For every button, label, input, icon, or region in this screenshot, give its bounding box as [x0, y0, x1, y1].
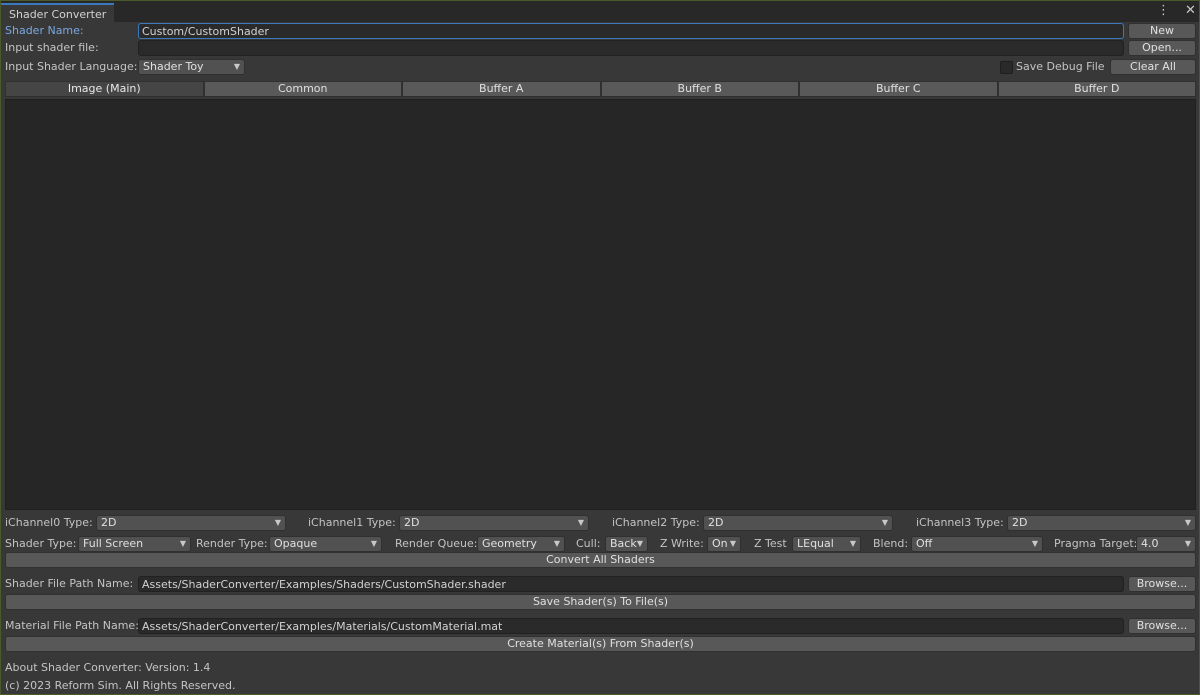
ichannel2-dropdown[interactable]: 2D ▼: [703, 515, 893, 531]
window-titlebar: [1, 1, 1199, 22]
shader-tabs: Image (Main) Common Buffer A Buffer B Bu…: [5, 81, 1196, 97]
ichannel3-dropdown[interactable]: 2D ▼: [1007, 515, 1196, 531]
tab-buffer-c[interactable]: Buffer C: [799, 81, 998, 97]
zwrite-value: On: [712, 537, 728, 550]
copyright-text: (c) 2023 Reform Sim. All Rights Reserved…: [5, 679, 236, 692]
ichannel0-value: 2D: [101, 516, 117, 529]
pragma-target-dropdown[interactable]: 4.0 ▼: [1136, 536, 1196, 552]
shader-code-editor[interactable]: [5, 99, 1196, 510]
tab-image-main[interactable]: Image (Main): [5, 81, 204, 97]
chevron-down-icon: ▼: [1031, 539, 1038, 548]
open-button[interactable]: Open...: [1128, 40, 1196, 56]
render-queue-value: Geometry: [482, 537, 537, 550]
create-materials-button[interactable]: Create Material(s) From Shader(s): [5, 636, 1196, 652]
chevron-down-icon: ▼: [370, 539, 377, 548]
input-file-label: Input shader file:: [5, 41, 99, 54]
pragma-target-label: Pragma Target:: [1054, 537, 1138, 550]
shader-type-value: Full Screen: [83, 537, 144, 550]
chevron-down-icon: ▼: [233, 62, 240, 71]
ztest-value: LEqual: [797, 537, 834, 550]
blend-value: Off: [916, 537, 933, 550]
chevron-down-icon: ▼: [881, 518, 888, 527]
shader-type-label: Shader Type:: [5, 537, 77, 550]
about-text: About Shader Converter: Version: 1.4: [5, 661, 211, 674]
ichannel2-label: iChannel2 Type:: [612, 516, 700, 529]
ichannel1-label: iChannel1 Type:: [308, 516, 396, 529]
shader-name-label: Shader Name:: [5, 24, 84, 37]
chevron-down-icon: ▼: [1184, 518, 1191, 527]
blend-dropdown[interactable]: Off ▼: [911, 536, 1043, 552]
cull-value: Back: [610, 537, 637, 550]
chevron-down-icon: ▼: [274, 518, 281, 527]
cull-dropdown[interactable]: Back ▼: [605, 536, 648, 552]
shader-path-input[interactable]: Assets/ShaderConverter/Examples/Shaders/…: [138, 576, 1124, 592]
convert-all-shaders-button[interactable]: Convert All Shaders: [5, 552, 1196, 568]
ichannel2-value: 2D: [708, 516, 724, 529]
chevron-down-icon: ▼: [849, 539, 856, 548]
render-type-label: Render Type:: [196, 537, 268, 550]
save-debug-label: Save Debug File: [1016, 60, 1105, 73]
ztest-label: Z Test: [754, 537, 787, 550]
tab-buffer-a[interactable]: Buffer A: [402, 81, 601, 97]
new-button[interactable]: New: [1128, 23, 1196, 39]
ichannel1-dropdown[interactable]: 2D ▼: [399, 515, 589, 531]
material-path-input[interactable]: Assets/ShaderConverter/Examples/Material…: [138, 618, 1124, 634]
input-language-value: Shader Toy: [143, 60, 204, 73]
material-path-label: Material File Path Name:: [5, 619, 139, 632]
input-file-field[interactable]: [138, 40, 1124, 56]
shader-name-input[interactable]: Custom/CustomShader: [138, 23, 1124, 39]
clear-all-button[interactable]: Clear All: [1110, 59, 1196, 75]
shader-path-browse-button[interactable]: Browse...: [1128, 576, 1196, 592]
ichannel3-label: iChannel3 Type:: [916, 516, 1004, 529]
ichannel3-value: 2D: [1012, 516, 1028, 529]
zwrite-label: Z Write:: [660, 537, 704, 550]
tab-buffer-d[interactable]: Buffer D: [997, 81, 1196, 97]
material-path-browse-button[interactable]: Browse...: [1128, 618, 1196, 634]
ichannel1-value: 2D: [404, 516, 420, 529]
shader-type-dropdown[interactable]: Full Screen ▼: [78, 536, 191, 552]
blend-label: Blend:: [873, 537, 909, 550]
render-queue-label: Render Queue:: [395, 537, 478, 550]
tab-common[interactable]: Common: [203, 81, 402, 97]
chevron-down-icon: ▼: [1184, 539, 1191, 548]
chevron-down-icon: ▼: [577, 518, 584, 527]
input-language-dropdown[interactable]: Shader Toy ▼: [138, 59, 245, 75]
ztest-dropdown[interactable]: LEqual ▼: [792, 536, 861, 552]
save-debug-checkbox[interactable]: [1000, 61, 1013, 74]
kebab-menu-icon[interactable]: ⋮: [1157, 4, 1170, 18]
close-icon[interactable]: ✕: [1185, 4, 1196, 18]
save-shaders-button[interactable]: Save Shader(s) To File(s): [5, 594, 1196, 610]
chevron-down-icon: ▼: [179, 539, 186, 548]
ichannel0-label: iChannel0 Type:: [5, 516, 93, 529]
render-queue-dropdown[interactable]: Geometry ▼: [477, 536, 565, 552]
ichannel0-dropdown[interactable]: 2D ▼: [96, 515, 286, 531]
cull-label: Cull:: [576, 537, 601, 550]
window-tab[interactable]: Shader Converter: [1, 3, 115, 22]
chevron-down-icon: ▼: [636, 539, 643, 548]
chevron-down-icon: ▼: [553, 539, 560, 548]
zwrite-dropdown[interactable]: On ▼: [707, 536, 741, 552]
pragma-target-value: 4.0: [1141, 537, 1159, 550]
input-language-label: Input Shader Language:: [5, 60, 138, 73]
render-type-dropdown[interactable]: Opaque ▼: [269, 536, 382, 552]
render-type-value: Opaque: [274, 537, 318, 550]
chevron-down-icon: ▼: [729, 539, 736, 548]
shader-path-label: Shader File Path Name:: [5, 577, 134, 590]
tab-buffer-b[interactable]: Buffer B: [600, 81, 799, 97]
